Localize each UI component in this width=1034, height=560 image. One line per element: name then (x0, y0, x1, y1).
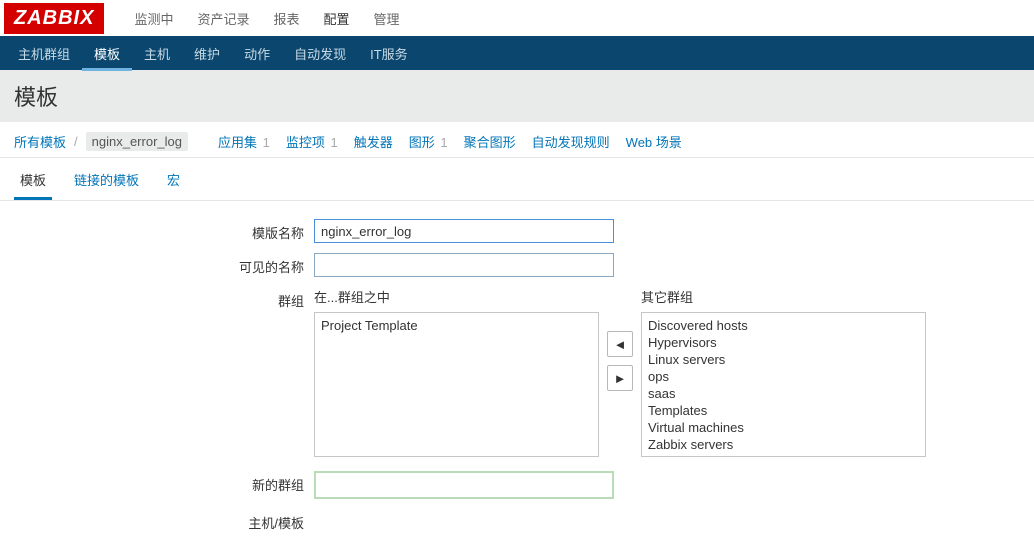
list-item[interactable]: Discovered hosts (648, 317, 919, 334)
list-item[interactable]: Hypervisors (648, 334, 919, 351)
hosts-templates-label: 主机/模板 (14, 509, 314, 532)
other-groups-listbox[interactable]: Discovered hostsHypervisorsLinux servers… (641, 312, 926, 457)
groups-label: 群组 (14, 287, 314, 310)
breadcrumb-current: nginx_error_log (86, 132, 188, 151)
tab-items[interactable]: 监控项 1 (282, 130, 342, 153)
tab-items-label: 监控项 (286, 135, 325, 150)
nav-monitoring[interactable]: 监测中 (122, 1, 185, 36)
page-title: 模板 (14, 80, 1020, 112)
move-right-button[interactable]: ► (607, 365, 633, 391)
nav-inventory[interactable]: 资产记录 (185, 1, 261, 36)
list-item[interactable]: saas (648, 385, 919, 402)
tab-applications-label: 应用集 (218, 135, 257, 150)
tab-applications-count: 1 (263, 135, 270, 150)
subnav-maintenance[interactable]: 维护 (182, 36, 232, 71)
breadcrumb-all-templates[interactable]: 所有模板 (14, 132, 66, 151)
subnav-hostgroups[interactable]: 主机群组 (6, 36, 82, 71)
subnav-hosts[interactable]: 主机 (132, 36, 182, 71)
visible-name-label: 可见的名称 (14, 253, 314, 276)
in-groups-listbox[interactable]: Project Template (314, 312, 599, 457)
list-item[interactable]: ops (648, 368, 919, 385)
edit-tabs: 模板 链接的模板 宏 (0, 158, 1034, 201)
list-item[interactable]: Templates (648, 402, 919, 419)
move-left-button[interactable]: ◄ (607, 331, 633, 357)
subnav-actions[interactable]: 动作 (232, 36, 282, 71)
list-item[interactable]: 价格云 (648, 453, 919, 457)
nav-configuration[interactable]: 配置 (312, 1, 362, 36)
edit-tab-macros[interactable]: 宏 (161, 166, 186, 200)
sub-nav: 主机群组 模板 主机 维护 动作 自动发现 IT服务 (0, 36, 1034, 70)
tab-graphs-count: 1 (440, 135, 447, 150)
list-item[interactable]: Linux servers (648, 351, 919, 368)
top-nav: 监测中 资产记录 报表 配置 管理 (122, 1, 411, 36)
form-area: 模版名称 可见的名称 群组 在...群组之中 Project Template … (0, 201, 1034, 560)
tab-web[interactable]: Web 场景 (622, 130, 686, 153)
visible-name-input[interactable] (314, 253, 614, 277)
top-bar: ZABBIX 监测中 资产记录 报表 配置 管理 (0, 0, 1034, 36)
list-item[interactable]: Project Template (321, 317, 592, 334)
subnav-itservices[interactable]: IT服务 (358, 36, 420, 71)
list-item[interactable]: Zabbix servers (648, 436, 919, 453)
tab-screens[interactable]: 聚合图形 (460, 130, 520, 153)
edit-tab-template[interactable]: 模板 (14, 166, 52, 200)
tab-graphs-label: 图形 (409, 135, 435, 150)
template-name-label: 模版名称 (14, 219, 314, 242)
breadcrumb-separator: / (74, 134, 78, 149)
new-group-input[interactable] (314, 471, 614, 499)
nav-reports[interactable]: 报表 (261, 1, 311, 36)
template-name-input[interactable] (314, 219, 614, 243)
logo[interactable]: ZABBIX (4, 3, 104, 34)
edit-tab-linked[interactable]: 链接的模板 (68, 166, 145, 200)
tab-graphs[interactable]: 图形 1 (405, 130, 452, 153)
list-item[interactable]: Virtual machines (648, 419, 919, 436)
tab-items-count: 1 (331, 135, 338, 150)
page-header: 模板 (0, 70, 1034, 122)
breadcrumb-row: 所有模板 / nginx_error_log 应用集 1 监控项 1 触发器 图… (0, 122, 1034, 158)
other-groups-label: 其它群组 (641, 287, 926, 306)
new-group-label: 新的群组 (14, 471, 314, 494)
nav-administration[interactable]: 管理 (362, 1, 412, 36)
subnav-discovery[interactable]: 自动发现 (282, 36, 358, 71)
subnav-templates[interactable]: 模板 (82, 36, 132, 71)
in-groups-label: 在...群组之中 (314, 287, 599, 306)
tab-applications[interactable]: 应用集 1 (214, 130, 274, 153)
tab-discovery[interactable]: 自动发现规则 (528, 130, 614, 153)
tab-triggers[interactable]: 触发器 (350, 130, 397, 153)
